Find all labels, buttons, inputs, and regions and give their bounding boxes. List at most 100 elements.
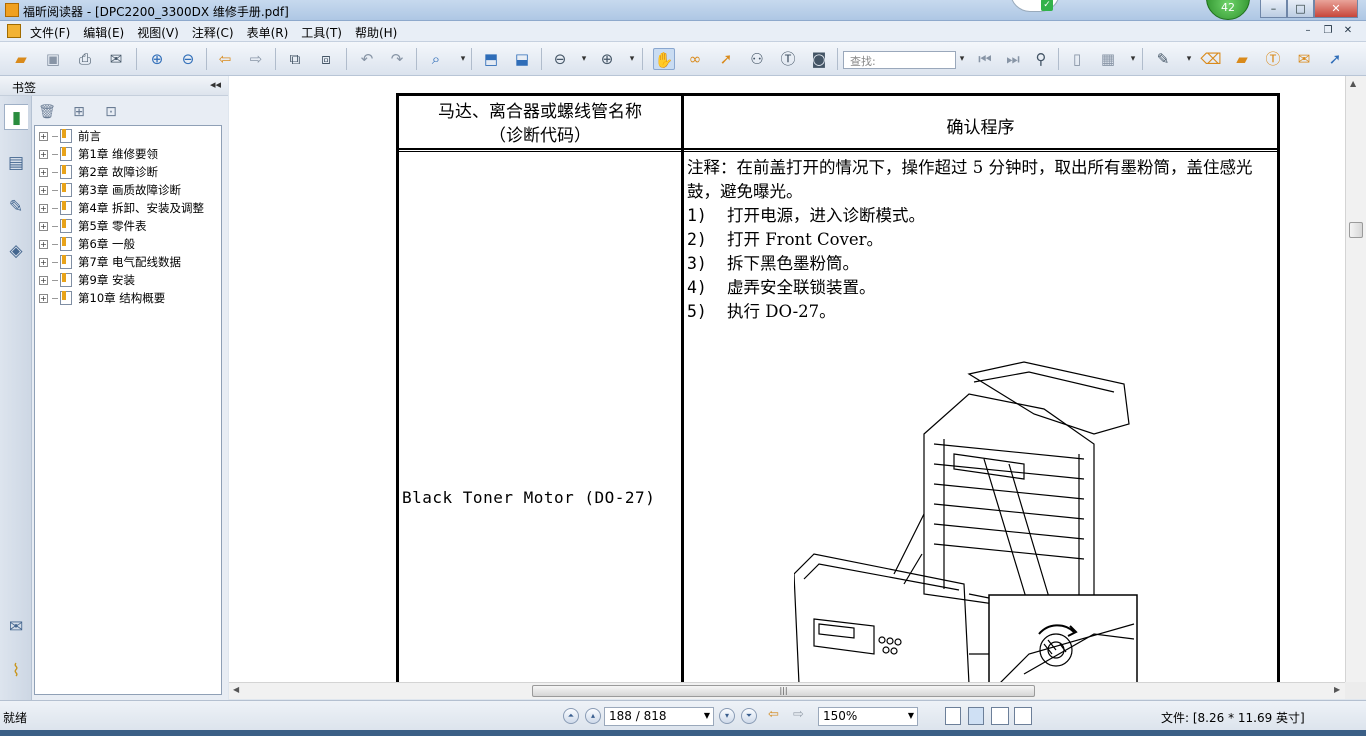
search-next-icon[interactable]: ⏭ <box>1002 48 1024 70</box>
bookmark-item[interactable]: + 第6章 一般 <box>39 235 135 253</box>
search-dropdown-icon[interactable]: ▾ <box>957 48 967 70</box>
highlight-icon[interactable]: ▰ <box>1231 48 1253 70</box>
bookmark-item[interactable]: + 第9章 安装 <box>39 271 135 289</box>
page-dropdown-icon[interactable]: ▼ <box>704 711 710 720</box>
minimize-button[interactable]: – <box>1260 0 1287 18</box>
bookmark-item[interactable]: + 第3章 画质故障诊断 <box>39 181 181 199</box>
pointer-icon[interactable]: ➚ <box>715 48 737 70</box>
zoom-in-dropdown-icon[interactable]: ▾ <box>627 48 637 70</box>
search-previous-icon[interactable]: ⏮ <box>974 48 996 70</box>
doc-restore-button[interactable]: ❐ <box>1318 23 1338 39</box>
search-input[interactable]: 查找: <box>843 51 956 69</box>
print-icon[interactable]: ⎙ <box>74 48 96 70</box>
scroll-right-icon[interactable]: ▶ <box>1334 685 1340 694</box>
zoom-out-dropdown-icon[interactable]: ▾ <box>579 48 589 70</box>
hand-tool-icon[interactable]: ✋ <box>653 48 675 70</box>
zoom-in-icon[interactable]: ⊕ <box>596 48 618 70</box>
bookmark-item[interactable]: + 第4章 拆卸、安装及调整 <box>39 199 204 217</box>
collapse-pane-icon[interactable]: ◂◂ <box>210 78 221 91</box>
insert-page-icon[interactable]: ⧉ <box>284 48 306 70</box>
zoom-in-tool-icon[interactable]: ⌕ <box>425 48 447 70</box>
menu-view[interactable]: 视图(V) <box>137 24 179 41</box>
zoom-dropdown-icon[interactable]: ▾ <box>458 48 468 70</box>
save-icon[interactable]: ▣ <box>42 48 64 70</box>
expand-icon[interactable]: + <box>39 275 48 285</box>
bookmark-item[interactable]: + 第7章 电气配线数据 <box>39 253 181 271</box>
facing-page-icon[interactable] <box>991 707 1009 725</box>
scroll-left-icon[interactable]: ◀ <box>233 685 239 694</box>
advanced-search-icon[interactable]: ⚲ <box>1030 48 1052 70</box>
last-page-icon[interactable]: ⏷ <box>741 708 757 724</box>
zoom-field[interactable]: 150% ▼ <box>818 707 918 726</box>
maximize-button[interactable]: □ <box>1287 0 1314 18</box>
forward-arrow-icon[interactable]: ⇨ <box>245 48 267 70</box>
history-back-icon[interactable]: ⇦ <box>768 707 779 722</box>
next-page-button-icon[interactable]: ▾ <box>719 708 735 724</box>
grid-icon[interactable]: ▦ <box>1097 48 1119 70</box>
redo-icon[interactable]: ↷ <box>386 48 408 70</box>
continuous-page-icon[interactable] <box>968 707 984 725</box>
next-page-icon[interactable]: ⊖ <box>177 48 199 70</box>
history-forward-icon[interactable]: ⇨ <box>793 707 804 722</box>
document-view[interactable]: 马达、离合器或螺线管名称 （诊断代码） 确认程序 Black Toner Mot… <box>229 76 1345 682</box>
menu-help[interactable]: 帮助(H) <box>355 24 397 41</box>
bookmarks-tab-icon[interactable]: ▮ <box>4 104 28 130</box>
previous-page-button-icon[interactable]: ▴ <box>585 708 601 724</box>
first-page-icon[interactable]: ⏶ <box>563 708 579 724</box>
typewriter-icon[interactable]: Ⓣ <box>777 48 799 70</box>
annotations-tab-icon[interactable]: ✎ <box>4 194 28 220</box>
notification-badge[interactable]: 42 <box>1206 0 1250 20</box>
zoom-out-icon[interactable]: ⊖ <box>549 48 571 70</box>
vertical-scroll-thumb[interactable] <box>1349 222 1363 238</box>
open-icon[interactable]: ▰ <box>10 48 32 70</box>
menu-tools[interactable]: 工具(T) <box>301 24 342 41</box>
bookmark-item[interactable]: + 第10章 结构概要 <box>39 289 165 307</box>
doc-close-button[interactable]: ✕ <box>1338 23 1358 39</box>
scroll-up-icon[interactable]: ▲ <box>1350 79 1356 88</box>
menu-file[interactable]: 文件(F) <box>30 24 70 41</box>
bookmark-item[interactable]: + 第5章 零件表 <box>39 217 146 235</box>
expand-icon[interactable]: + <box>39 239 48 249</box>
page-view-icon[interactable]: ▯ <box>1066 48 1088 70</box>
expand-icon[interactable]: + <box>39 293 48 303</box>
menu-form[interactable]: 表单(R) <box>247 24 289 41</box>
binoculars-icon[interactable]: ⚇ <box>746 48 768 70</box>
delete-bookmark-icon[interactable]: 🗑 <box>36 102 58 122</box>
bookmark-item[interactable]: + 前言 <box>39 127 101 145</box>
vertical-scrollbar[interactable]: ▲ <box>1345 76 1366 682</box>
expand-icon[interactable]: + <box>39 167 48 177</box>
zoom-select-dropdown-icon[interactable]: ▼ <box>908 711 914 720</box>
fit-page-icon[interactable]: ⬒ <box>480 48 502 70</box>
expand-icon[interactable]: + <box>39 149 48 159</box>
close-button[interactable]: ✕ <box>1314 0 1358 18</box>
new-bookmark-icon[interactable]: ⊞ <box>68 102 90 122</box>
expand-bookmark-icon[interactable]: ⊡ <box>100 102 122 122</box>
draw-dropdown-icon[interactable]: ▾ <box>1184 48 1194 70</box>
expand-icon[interactable]: + <box>39 203 48 213</box>
fit-width-icon[interactable]: ⬓ <box>511 48 533 70</box>
text-box-icon[interactable]: Ⓣ <box>1262 48 1284 70</box>
note-icon[interactable]: ✉ <box>1293 48 1315 70</box>
continuous-facing-icon[interactable] <box>1014 707 1032 725</box>
eraser-icon[interactable]: ⌫ <box>1200 48 1222 70</box>
comments-tab-icon[interactable]: ✉ <box>4 614 28 640</box>
horizontal-scrollbar[interactable]: ◀ ||| ▶ <box>229 682 1345 699</box>
single-page-icon[interactable] <box>945 707 961 725</box>
expand-icon[interactable]: + <box>39 221 48 231</box>
bookmark-item[interactable]: + 第2章 故障诊断 <box>39 163 158 181</box>
menu-comment[interactable]: 注释(C) <box>192 24 234 41</box>
menu-edit[interactable]: 编辑(E) <box>83 24 124 41</box>
horizontal-scroll-thumb[interactable]: ||| <box>532 685 1035 697</box>
extract-page-icon[interactable]: ⧈ <box>315 48 337 70</box>
snapshot-icon[interactable]: ◙ <box>808 48 830 70</box>
doc-minimize-button[interactable]: – <box>1298 23 1318 39</box>
back-arrow-icon[interactable]: ⇦ <box>214 48 236 70</box>
bookmark-item[interactable]: + 第1章 维修要领 <box>39 145 158 163</box>
cloud-sync-icon[interactable]: ✓ <box>1010 0 1060 12</box>
email-icon[interactable]: ✉ <box>105 48 127 70</box>
expand-icon[interactable]: + <box>39 257 48 267</box>
undo-icon[interactable]: ↶ <box>356 48 378 70</box>
expand-icon[interactable]: + <box>39 131 48 141</box>
attachments-tab-icon[interactable]: ⌇ <box>4 658 28 684</box>
select-text-icon[interactable]: ∞ <box>684 48 706 70</box>
